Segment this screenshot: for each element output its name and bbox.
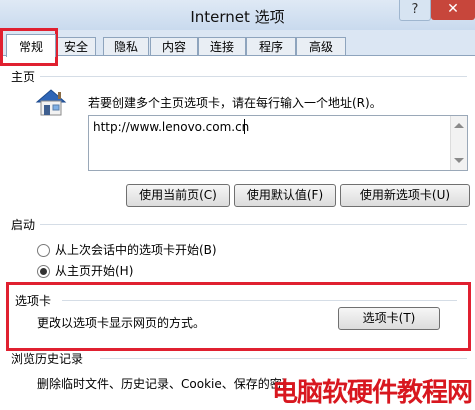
radio-selected-dot xyxy=(40,268,47,275)
history-section-label: 浏览历史记录 xyxy=(11,352,84,366)
history-description: 删除临时文件、历史记录、Cookie、保存的密码和网页表单信息。 xyxy=(37,377,287,391)
highlight-tabs-section xyxy=(6,282,471,351)
help-button[interactable]: ? xyxy=(399,0,431,21)
close-button[interactable]: ✕ xyxy=(431,0,475,20)
startup-section-label: 启动 xyxy=(11,218,36,232)
homepage-url-textarea[interactable]: http://www.lenovo.com.cn xyxy=(88,115,468,171)
history-divider xyxy=(100,358,467,359)
homepage-section-label: 主页 xyxy=(11,70,36,84)
homepage-description: 若要创建多个主页选项卡，请在每行输入一个地址(R)。 xyxy=(88,96,382,110)
tab-privacy[interactable]: 隐私 xyxy=(103,37,149,56)
radio-last-session-label[interactable]: 从上次会话中的选项卡开始(B) xyxy=(55,241,217,258)
title-bar: Internet 选项 ? ✕ xyxy=(0,0,475,30)
tab-advanced[interactable]: 高级 xyxy=(296,37,346,56)
text-caret xyxy=(244,119,245,134)
scroll-down-icon[interactable] xyxy=(454,158,464,163)
radio-homepage-label[interactable]: 从主页开始(H) xyxy=(55,262,133,279)
use-current-button[interactable]: 使用当前页(C) xyxy=(126,184,230,207)
tab-strip: 常规 安全 隐私 内容 连接 程序 高级 xyxy=(0,30,475,57)
tab-general[interactable]: 常规 xyxy=(6,34,56,57)
scroll-up-icon[interactable] xyxy=(454,123,464,128)
tab-content[interactable]: 内容 xyxy=(150,37,198,56)
use-default-button[interactable]: 使用默认值(F) xyxy=(234,184,336,207)
radio-last-session[interactable] xyxy=(37,244,50,257)
watermark-text: 电脑软硬件教程网 xyxy=(272,378,473,408)
radio-homepage[interactable] xyxy=(37,265,50,278)
tab-programs[interactable]: 程序 xyxy=(246,37,296,56)
use-new-tab-button[interactable]: 使用新选项卡(U) xyxy=(340,184,470,207)
homepage-url-value: http://www.lenovo.com.cn xyxy=(93,120,250,134)
home-icon xyxy=(35,89,67,116)
homepage-divider xyxy=(40,76,467,77)
startup-divider xyxy=(40,224,467,225)
url-scrollbar[interactable] xyxy=(450,116,467,170)
tab-connections[interactable]: 连接 xyxy=(198,37,246,56)
tab-security[interactable]: 安全 xyxy=(56,37,96,56)
